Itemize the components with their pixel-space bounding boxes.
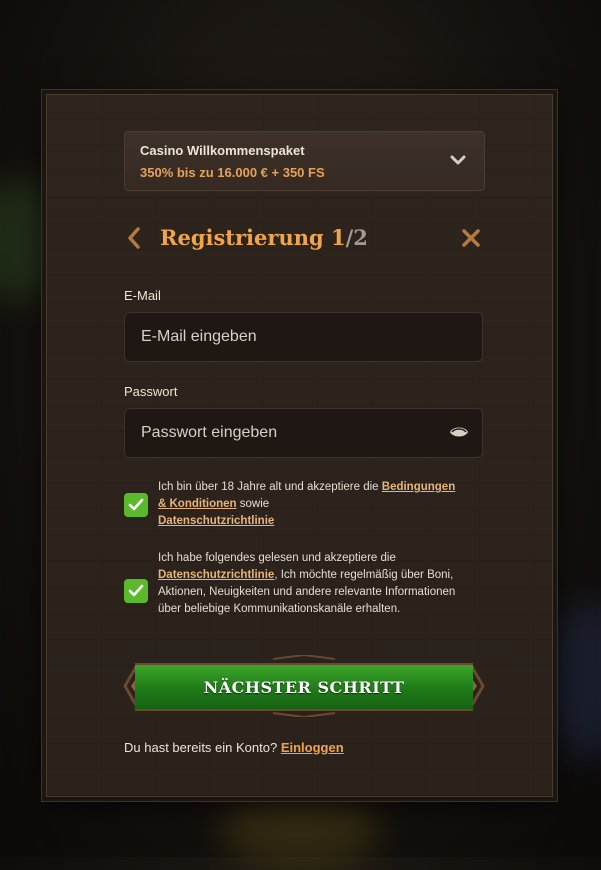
welcome-package-dropdown[interactable]: Casino Willkommenspaket 350% bis zu 16.0… bbox=[124, 131, 485, 191]
registration-title: Registrierung 1/2 bbox=[160, 225, 368, 250]
welcome-package-offer: 350% bis zu 16.000 € + 350 FS bbox=[140, 165, 325, 180]
consent-marketing-text: Ich habe folgendes gelesen und akzeptier… bbox=[158, 550, 458, 618]
login-link[interactable]: Einloggen bbox=[281, 740, 344, 755]
registration-modal: Casino Willkommenspaket 350% bis zu 16.0… bbox=[46, 94, 553, 797]
consent-marketing-row: Ich habe folgendes gelesen und akzeptier… bbox=[124, 550, 483, 636]
next-step-button-frame: NÄCHSTER SCHRITT bbox=[123, 655, 485, 717]
registration-header: Registrierung 1/2 bbox=[124, 223, 483, 255]
password-field[interactable] bbox=[124, 408, 483, 458]
eye-icon[interactable] bbox=[449, 424, 469, 440]
privacy-policy-link-2[interactable]: Datenschutzrichtlinie bbox=[158, 569, 274, 581]
consent-terms-text-part: sowie bbox=[236, 498, 270, 510]
step-current: 1 bbox=[331, 225, 346, 250]
consent-marketing-checkbox[interactable] bbox=[124, 579, 148, 603]
consent-terms-row: Ich bin über 18 Jahre alt und akzeptiere… bbox=[124, 479, 483, 531]
email-field[interactable] bbox=[124, 312, 483, 362]
privacy-policy-link[interactable]: Datenschutzrichtlinie bbox=[158, 515, 274, 527]
login-prompt-text: Du hast bereits ein Konto? bbox=[124, 740, 281, 755]
welcome-package-title: Casino Willkommenspaket bbox=[140, 143, 305, 158]
consent-marketing-text-part: Ich habe folgendes gelesen und akzeptier… bbox=[158, 552, 396, 564]
close-icon[interactable] bbox=[459, 226, 483, 250]
password-label: Passwort bbox=[124, 384, 178, 399]
consent-terms-checkbox[interactable] bbox=[124, 493, 148, 517]
next-step-button[interactable]: NÄCHSTER SCHRITT bbox=[135, 663, 473, 711]
checkmark-icon bbox=[128, 584, 144, 597]
consent-terms-text-part: Ich bin über 18 Jahre alt und akzeptiere… bbox=[158, 481, 382, 493]
registration-title-text: Registrierung bbox=[160, 225, 324, 250]
consent-terms-text: Ich bin über 18 Jahre alt und akzeptiere… bbox=[158, 479, 458, 530]
login-prompt: Du hast bereits ein Konto? Einloggen bbox=[124, 740, 344, 755]
chevron-down-icon bbox=[450, 155, 466, 165]
email-label: E-Mail bbox=[124, 288, 161, 303]
chevron-left-icon[interactable] bbox=[124, 225, 144, 251]
step-total: /2 bbox=[345, 225, 368, 250]
checkmark-icon bbox=[128, 498, 144, 511]
